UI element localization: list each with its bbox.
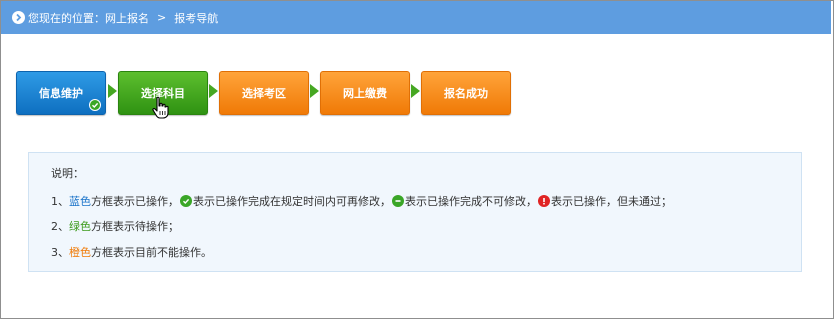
- step-arrow-icon: [108, 84, 117, 98]
- instructions-panel: 说明： 1、 蓝色 方框表示已操作， 表示已操作完成在规定时间内可再修改， 表示…: [28, 152, 802, 272]
- instructions-title: 说明：: [51, 167, 84, 180]
- check-circle-icon: [180, 195, 192, 207]
- step-label: 报名成功: [444, 87, 488, 100]
- step-arrow-icon: [411, 84, 420, 98]
- hand-cursor-icon: [152, 96, 169, 119]
- breadcrumb-prefix: 您现在的位置：网上报名: [28, 11, 149, 25]
- instruction-line-2: 2、 绿色 方框表示待操作；: [51, 218, 179, 234]
- color-word-green: 绿色: [69, 220, 91, 233]
- minus-circle-icon: [392, 195, 404, 207]
- color-word-orange: 橙色: [69, 246, 91, 259]
- line-number: 1、: [51, 195, 69, 208]
- step-arrow-icon: [310, 84, 319, 98]
- breadcrumb: 您现在的位置：网上报名 > 报考导航: [1, 1, 831, 34]
- exclamation-circle-icon: [538, 195, 550, 207]
- line-text: 方框表示已操作，: [91, 195, 179, 208]
- step-info-maintenance[interactable]: 信息维护: [16, 71, 106, 115]
- step-online-payment[interactable]: 网上缴费: [320, 71, 410, 115]
- step-label: 信息维护: [39, 87, 83, 100]
- step-select-area[interactable]: 选择考区: [219, 71, 309, 115]
- line-text: 表示已操作，但未通过；: [551, 195, 672, 208]
- check-icon: [89, 99, 101, 111]
- instruction-line-1: 1、 蓝色 方框表示已操作， 表示已操作完成在规定时间内可再修改， 表示已操作完…: [51, 193, 672, 209]
- step-registration-success[interactable]: 报名成功: [421, 71, 511, 115]
- arrow-icon: [12, 11, 25, 24]
- line-number: 2、: [51, 220, 69, 233]
- line-text: 方框表示目前不能操作。: [91, 246, 212, 259]
- step-arrow-icon: [209, 84, 218, 98]
- line-text: 方框表示待操作；: [91, 220, 179, 233]
- color-word-blue: 蓝色: [69, 195, 91, 208]
- line-text: 表示已操作完成在规定时间内可再修改，: [193, 195, 391, 208]
- line-text: 表示已操作完成不可修改，: [405, 195, 537, 208]
- line-number: 3、: [51, 246, 69, 259]
- step-label: 选择考区: [242, 87, 286, 100]
- instruction-line-3: 3、 橙色 方框表示目前不能操作。: [51, 244, 212, 260]
- breadcrumb-current: 报考导航: [174, 11, 219, 25]
- step-label: 网上缴费: [343, 87, 387, 100]
- breadcrumb-separator: >: [157, 11, 167, 24]
